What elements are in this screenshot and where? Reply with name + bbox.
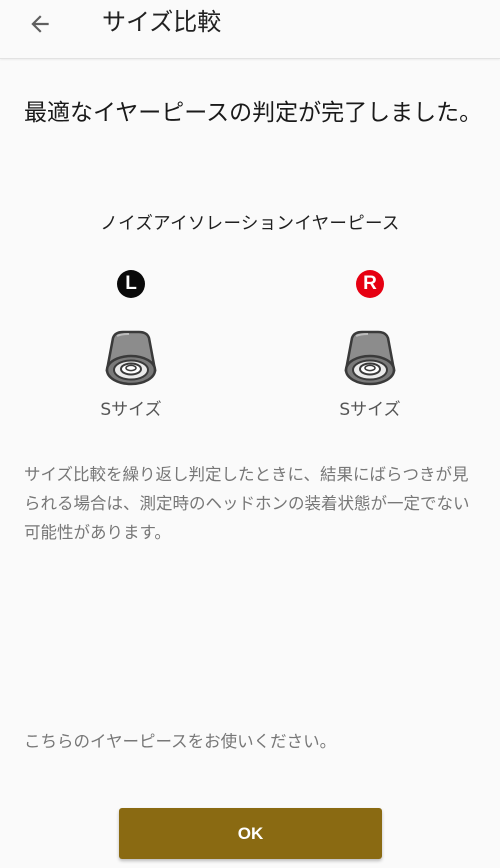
left-ear-result: L Sサイズ <box>61 270 201 422</box>
page-title: サイズ比較 <box>102 8 222 36</box>
arrow-back-icon <box>31 15 49 33</box>
left-size-label: Sサイズ <box>100 400 162 420</box>
ok-button[interactable]: OK <box>119 808 382 859</box>
back-button[interactable] <box>22 6 58 42</box>
result-heading: 最適なイヤーピースの判定が完了しました。 <box>24 100 483 126</box>
variance-note: サイズ比較を繰り返し判定したときに、結果にばらつきが見られる場合は、測定時のヘッ… <box>24 465 470 542</box>
left-ear-badge: L <box>117 270 145 298</box>
right-size-label: Sサイズ <box>339 400 401 420</box>
right-ear-badge: R <box>356 270 384 298</box>
usage-instruction: こちらのイヤーピースをお使いください。 <box>24 732 337 751</box>
earpiece-type-label: ノイズアイソレーションイヤーピース <box>100 214 400 234</box>
app-bar: サイズ比較 <box>0 0 500 59</box>
right-ear-result: R Sサイズ <box>300 270 440 422</box>
earpiece-icon <box>105 330 157 386</box>
earpiece-icon <box>344 330 396 386</box>
